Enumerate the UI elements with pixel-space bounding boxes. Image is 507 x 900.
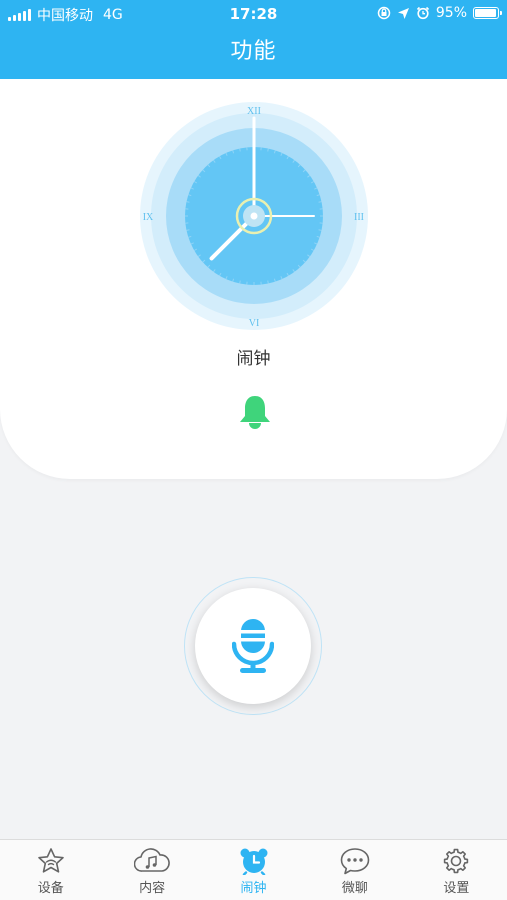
tab-label: 内容 [139, 881, 166, 896]
tab-content[interactable]: 内容 [101, 840, 202, 900]
voice-area [184, 577, 322, 715]
status-bar: 中国移动 4G 17:28 95% [0, 0, 507, 28]
alarm-clock-card: XII III VI IX 闹钟 [0, 79, 507, 479]
tab-device[interactable]: 设备 [0, 840, 101, 900]
center-pin [250, 212, 258, 220]
numeral-3: III [354, 212, 364, 223]
numeral-9: IX [143, 212, 154, 223]
clock-tick [239, 280, 241, 284]
bottom-tab-bar: 设备 内容 闹钟 微聊 设置 [0, 839, 507, 900]
numeral-12: XII [247, 106, 261, 117]
star-icon [37, 848, 64, 873]
status-right: 95% [377, 5, 502, 21]
page-title: 功能 [0, 28, 507, 79]
alarm-status-icon [416, 6, 429, 20]
clock-tick [186, 201, 190, 203]
tab-alarm[interactable]: 闹钟 [203, 840, 304, 900]
tab-label: 微聊 [341, 881, 368, 896]
clock-tick [267, 148, 269, 152]
alarm-label: 闹钟 [236, 349, 271, 369]
location-arrow-icon [397, 7, 409, 19]
battery-level [475, 9, 496, 17]
battery-icon [473, 7, 502, 19]
bell-icon[interactable] [238, 394, 272, 430]
microphone-icon [232, 619, 274, 673]
clock-face[interactable]: XII III VI IX [138, 100, 370, 332]
tab-settings[interactable]: 设置 [406, 840, 507, 900]
clock-tick [267, 280, 269, 284]
tab-label: 闹钟 [240, 881, 267, 896]
clock-tick [318, 229, 322, 231]
tab-label: 设备 [37, 881, 64, 896]
tab-chat[interactable]: 微聊 [304, 840, 405, 900]
numeral-6: VI [249, 318, 260, 329]
clock-tick [239, 148, 241, 152]
chat-bubble-icon [340, 848, 370, 875]
orientation-lock-icon [377, 6, 391, 20]
clock-tick [186, 229, 190, 231]
clock-tick [318, 201, 322, 203]
tab-label: 设置 [443, 881, 470, 896]
music-cloud-icon [134, 848, 170, 872]
alarm-clock-icon [240, 848, 268, 875]
gear-icon [444, 848, 469, 874]
battery-percent: 95% [435, 5, 467, 21]
voice-button[interactable] [195, 588, 311, 704]
